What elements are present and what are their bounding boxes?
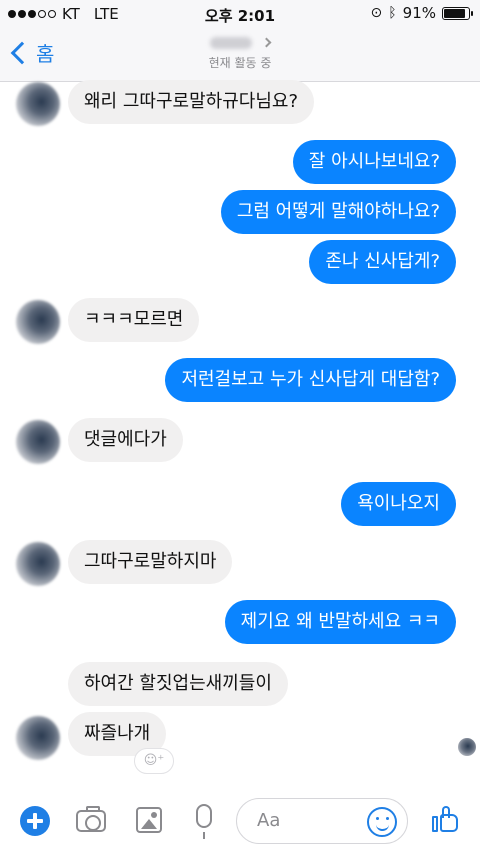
message-input-placeholder: Aa [257,810,281,831]
emoji-icon[interactable] [367,807,397,837]
avatar[interactable] [16,420,60,464]
avatar[interactable] [16,82,60,126]
message-bubble-outgoing[interactable]: 저런걸보고 누가 신사답게 대답함? [165,358,456,402]
message-bubble-outgoing[interactable]: 욕이나오지 [341,482,456,526]
message-bubble-incoming[interactable]: 그따구로말하지마 [68,540,233,584]
message-bubble-outgoing[interactable]: 잘 아시나보네요? [292,140,456,184]
message-bubble-incoming[interactable]: 왜리 그따구로말하규다님요? [68,80,314,124]
blurred-name [209,36,252,49]
nav-bar: 홈 현재 활동 중 [0,28,480,82]
battery-percent: 91% [402,4,436,22]
read-receipt-avatar [458,738,476,756]
message-bubble-incoming[interactable]: 댓글에다가 [68,418,183,462]
orientation-lock-icon: ⊙ [370,5,383,21]
avatar[interactable] [16,716,60,760]
message-bubble-incoming[interactable]: 하여간 할짓업는새끼들이 [68,662,288,706]
battery-icon [442,6,473,20]
plus-icon[interactable] [20,806,50,836]
bluetooth-icon: ᛒ [388,5,397,21]
message-bubble-outgoing[interactable]: 존나 신사답게? [309,240,456,284]
contact-name[interactable] [0,32,480,51]
message-input[interactable]: Aa [236,798,408,844]
composer-bar: Aa [0,790,480,854]
camera-icon[interactable] [76,806,106,832]
avatar[interactable] [16,542,60,586]
message-bubble-outgoing[interactable]: 그럼 어떻게 말해야하나요? [220,190,456,234]
chevron-right-icon [261,37,272,48]
add-reaction-button[interactable]: ☺⁺ [134,748,174,774]
status-bar: KT LTE 오후 2:01 ⊙ ᛒ 91% [0,0,480,28]
message-bubble-outgoing[interactable]: 제기요 왜 반말하세요 ㅋㅋ [224,600,456,644]
microphone-icon[interactable] [196,804,212,839]
status-right: ⊙ ᛒ 91% [370,4,473,22]
like-icon[interactable] [432,806,460,834]
avatar[interactable] [16,300,60,344]
message-bubble-incoming[interactable]: ㅋㅋㅋ모르면 [68,298,200,342]
photo-icon[interactable] [136,807,162,833]
active-status: 현재 활동 중 [208,56,272,70]
